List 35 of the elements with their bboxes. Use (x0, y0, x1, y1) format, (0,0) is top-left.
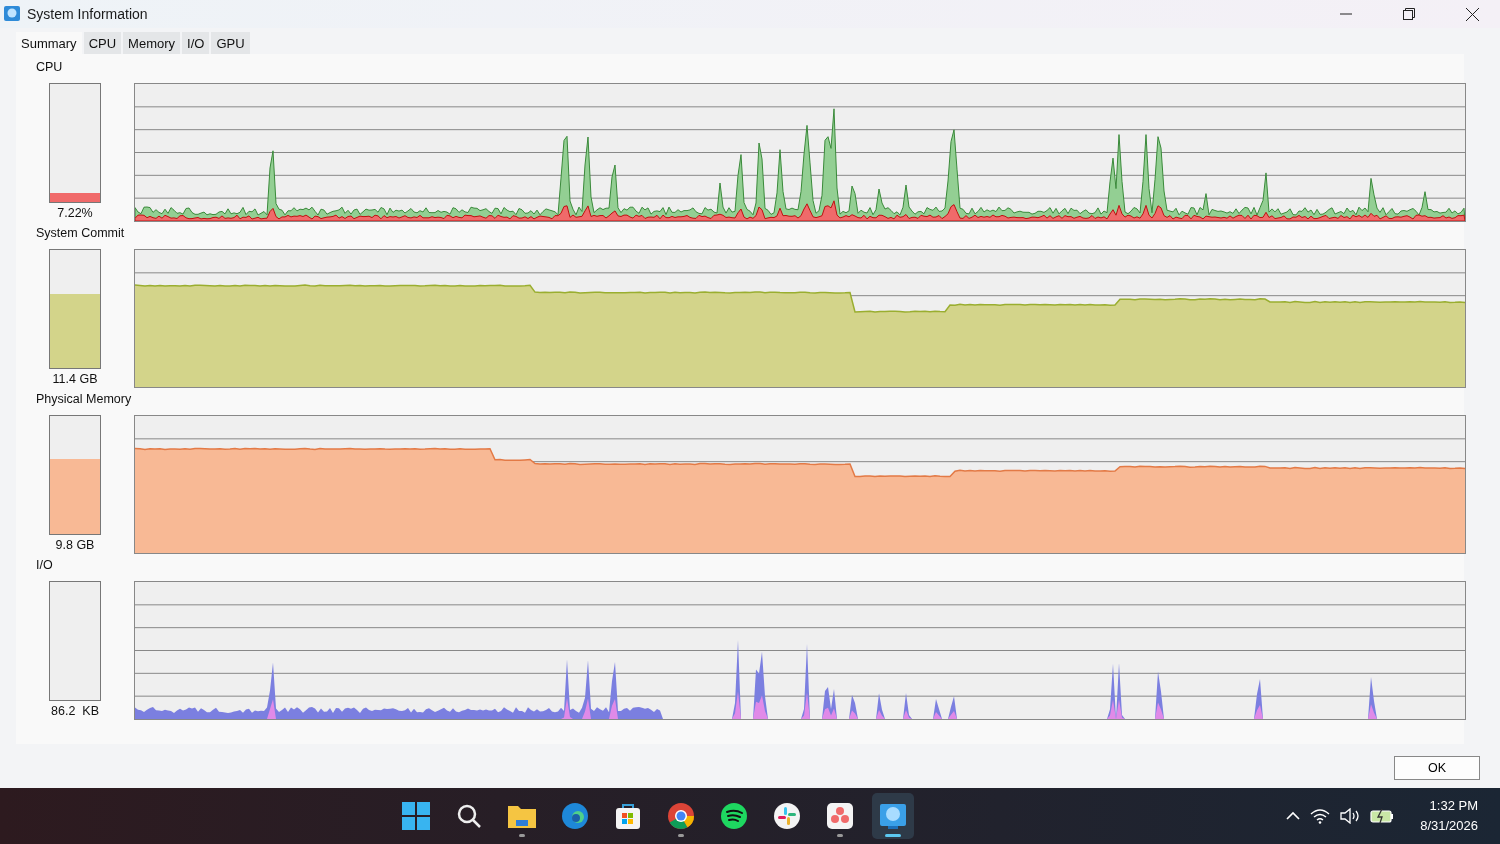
meter-reading: 7.22% (57, 205, 93, 220)
section-label: Physical Memory (36, 392, 133, 408)
search-icon (455, 803, 482, 829)
app-icon (4, 6, 20, 22)
magnifier-window-icon (878, 802, 907, 830)
battery-icon[interactable] (1370, 808, 1395, 824)
browser-icon (560, 802, 589, 830)
speaker-icon[interactable] (1340, 808, 1361, 824)
tab[interactable]: Summary (16, 32, 82, 54)
meter-reading: 11.4 GB (52, 371, 98, 386)
meter-reading: 86.2 KB (51, 703, 99, 718)
window-title: System Information (27, 6, 149, 22)
start-icon (401, 802, 430, 830)
music-app-icon (719, 802, 748, 830)
ok-button[interactable]: OK (1394, 756, 1480, 780)
shopping-bag-icon (613, 802, 642, 830)
wifi-icon[interactable] (1310, 808, 1331, 824)
chat-app-icon (772, 802, 801, 830)
clock-time[interactable]: 1:32 PM (1429, 796, 1478, 816)
tab[interactable]: GPU (211, 32, 250, 54)
taskbar-app[interactable] (871, 793, 914, 839)
meter-reading: 9.8 GB (55, 537, 95, 552)
folder-icon (506, 803, 537, 829)
section-label: CPU (36, 60, 64, 76)
tab[interactable]: Memory (123, 32, 181, 54)
browser-icon (666, 802, 695, 830)
restore-icon (1403, 8, 1415, 20)
section-label: System Commit (36, 226, 126, 242)
close-icon (1465, 7, 1479, 21)
tab[interactable]: I/O (182, 32, 210, 54)
section-label: I/O (36, 558, 54, 574)
chevron-up-icon[interactable] (1286, 811, 1301, 821)
clock-date[interactable]: 8/31/2026 (1420, 816, 1478, 836)
tab[interactable]: CPU (83, 32, 122, 54)
three-dots-app-icon (825, 802, 854, 830)
